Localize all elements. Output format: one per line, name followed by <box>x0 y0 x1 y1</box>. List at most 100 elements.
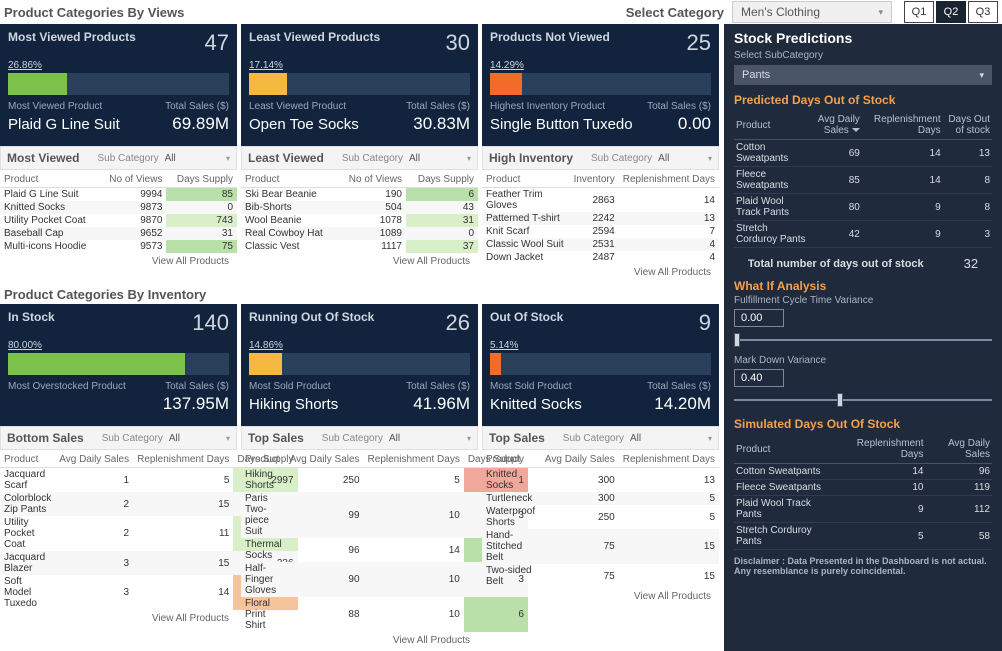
mdv-slider[interactable] <box>734 393 992 409</box>
q3-button[interactable]: Q3 <box>968 1 998 23</box>
col-header[interactable]: No of Views <box>99 170 166 188</box>
disclaimer: Disclaimer : Data Presented in the Dashb… <box>734 556 992 576</box>
q2-button[interactable]: Q2 <box>936 1 966 23</box>
view-all-link[interactable]: View All Products <box>241 632 478 651</box>
col-header[interactable]: Inventory <box>570 170 619 188</box>
col-header[interactable]: Days Supply <box>166 170 237 188</box>
kpi-title: Running Out Of Stock <box>249 310 374 336</box>
subcategory-filter[interactable]: All▾ <box>389 433 471 444</box>
cell: 90 <box>286 562 364 597</box>
view-all-link[interactable]: View All Products <box>0 610 237 629</box>
cell: Patterned T-shirt <box>482 212 570 225</box>
view-all-link[interactable]: View All Products <box>241 253 478 272</box>
col-header[interactable]: No of Views <box>337 170 406 188</box>
slider-thumb-icon[interactable] <box>734 333 740 347</box>
chevron-down-icon: ▾ <box>979 70 984 81</box>
subcategory-filter[interactable]: All▾ <box>169 433 230 444</box>
col-header[interactable]: Avg Daily Sales <box>811 111 862 140</box>
col-header[interactable]: Replenishment Days <box>619 170 719 188</box>
cell: 13 <box>619 212 719 225</box>
section-header: Bottom Sales Sub Category All▾ <box>0 426 237 450</box>
slider-thumb-icon[interactable] <box>837 393 843 407</box>
cell: 190 <box>337 188 406 202</box>
kpi-sub-left: Highest Inventory Product <box>490 101 605 112</box>
cell: 58 <box>926 523 993 550</box>
col-header[interactable]: Replenishment Days <box>833 435 925 464</box>
col-header[interactable]: Product <box>734 435 833 464</box>
cell: 5 <box>619 505 719 529</box>
view-all-link[interactable]: View All Products <box>0 253 237 272</box>
cell: 250 <box>286 468 364 493</box>
subcategory-filter[interactable]: All▾ <box>409 153 471 164</box>
view-all-link[interactable]: View All Products <box>482 264 719 283</box>
cell: Fleece Sweatpants <box>734 167 811 194</box>
fcv-slider[interactable] <box>734 333 992 349</box>
col-header[interactable]: Product <box>241 450 286 468</box>
subcategory-filter[interactable]: All▾ <box>630 433 712 444</box>
kpi-sub-right: Total Sales ($) <box>165 381 229 392</box>
col-header[interactable]: Days Out of stock <box>943 111 992 140</box>
cell: Fleece Sweatpants <box>734 480 833 496</box>
kpi-title: Most Viewed Products <box>8 30 136 56</box>
kpi-value: 14.20M <box>654 394 711 414</box>
subcategory-value: Pants <box>742 69 770 81</box>
col-header[interactable]: Replenishment Days <box>619 450 719 468</box>
cell: 15 <box>619 564 719 588</box>
section-title: Most Viewed <box>7 151 79 165</box>
cell: Down Jacket <box>482 251 570 264</box>
subcategory-filter[interactable]: All▾ <box>165 153 230 164</box>
cell: 504 <box>337 201 406 214</box>
mdv-input[interactable] <box>734 369 784 387</box>
cell: 250 <box>541 505 619 529</box>
cell: Knitted Socks <box>0 201 99 214</box>
table-row: Turtleneck3005 <box>482 492 719 505</box>
kpi-product: Single Button Tuxedo <box>490 116 633 133</box>
predicted-days-title: Predicted Days Out of Stock <box>734 93 992 107</box>
inventory-section-title: Product Categories By Inventory <box>0 283 724 304</box>
col-header[interactable]: Product <box>734 111 811 140</box>
cell: 37 <box>406 240 478 253</box>
section-header: Most Viewed Sub Category All▾ <box>0 146 237 170</box>
col-header[interactable]: Replenishment Days <box>133 450 233 468</box>
col-header[interactable]: Replenishment Days <box>364 450 464 468</box>
table-row: Stretch Corduroy Pants4293 <box>734 221 992 248</box>
subcategory-filter[interactable]: All▾ <box>658 153 712 164</box>
fcv-input[interactable] <box>734 309 784 327</box>
kpi-count: 47 <box>205 30 229 56</box>
cell: 743 <box>166 214 237 227</box>
table-row: Waterproof Shorts2505 <box>482 505 719 529</box>
cell: 1089 <box>337 227 406 240</box>
col-header[interactable]: Avg Daily Sales <box>926 435 993 464</box>
chevron-down-icon: ▾ <box>878 7 883 18</box>
cell: 5 <box>133 468 233 493</box>
category-dropdown[interactable]: Men's Clothing ▾ <box>732 1 892 23</box>
subcategory-label: Sub Category <box>591 153 652 164</box>
data-table: ProductAvg Daily SalesReplenishment Days… <box>482 450 719 588</box>
col-header[interactable]: Product <box>482 450 541 468</box>
whatif-title: What If Analysis <box>734 279 992 293</box>
kpi-value: 69.89M <box>172 114 229 134</box>
col-header[interactable]: Product <box>482 170 570 188</box>
view-all-link[interactable]: View All Products <box>482 588 719 607</box>
chevron-down-icon: ▾ <box>708 434 712 443</box>
kpi-pct: 5.14% <box>490 340 711 351</box>
col-header[interactable]: Days Supply <box>406 170 478 188</box>
col-header[interactable]: Replenishment Days <box>862 111 943 140</box>
cell: 9652 <box>99 227 166 240</box>
kpi-count: 26 <box>446 310 470 336</box>
col-header[interactable]: Product <box>0 450 55 468</box>
table-row: Plaid Wool Track Pants9112 <box>734 496 992 523</box>
q1-button[interactable]: Q1 <box>904 1 934 23</box>
cell: 1117 <box>337 240 406 253</box>
col-header[interactable]: Avg Daily Sales <box>286 450 364 468</box>
col-header[interactable]: Product <box>241 170 337 188</box>
col-header[interactable]: Avg Daily Sales <box>541 450 619 468</box>
kpi-sub-right: Total Sales ($) <box>165 101 229 112</box>
kpi-product: Open Toe Socks <box>249 116 359 133</box>
col-header[interactable]: Product <box>0 170 99 188</box>
section-title: Top Sales <box>248 431 304 445</box>
data-table: ProductInventoryReplenishment DaysFeathe… <box>482 170 719 264</box>
col-header[interactable]: Avg Daily Sales <box>55 450 133 468</box>
subcategory-dropdown[interactable]: Pants ▾ <box>734 65 992 85</box>
kpi-title: Out Of Stock <box>490 310 563 336</box>
